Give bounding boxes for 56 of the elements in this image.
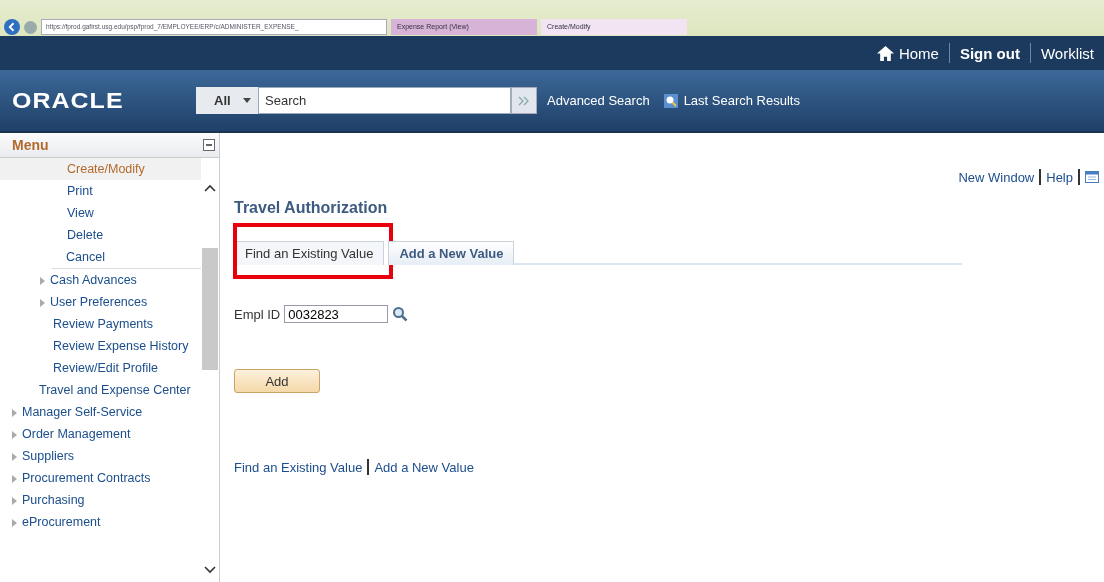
page-title: Travel Authorization bbox=[234, 199, 389, 217]
expand-icon[interactable] bbox=[40, 299, 45, 307]
home-icon bbox=[876, 45, 894, 61]
menu-item[interactable]: Review Payments bbox=[53, 316, 154, 332]
customize-icon[interactable] bbox=[1085, 171, 1099, 183]
expand-icon[interactable] bbox=[40, 277, 45, 285]
caret-icon bbox=[242, 98, 251, 103]
menu-item[interactable]: Review Expense History bbox=[53, 338, 189, 354]
search-results-icon bbox=[663, 93, 678, 108]
header-link[interactable]: Sign out bbox=[949, 44, 1030, 62]
menu-item[interactable]: Procurement Contracts bbox=[22, 470, 151, 486]
forward-button[interactable] bbox=[24, 20, 37, 34]
expand-icon[interactable] bbox=[12, 453, 17, 461]
menu-item[interactable]: Travel and Expense Center bbox=[39, 382, 191, 398]
page-link[interactable]: Find an Existing Value bbox=[234, 459, 363, 475]
menu-item[interactable]: Cash Advances bbox=[50, 272, 137, 288]
add-button[interactable]: Add bbox=[234, 369, 320, 393]
menu-item[interactable]: Purchasing bbox=[22, 492, 85, 508]
search-go-button[interactable] bbox=[511, 87, 537, 114]
search-field[interactable]: Search bbox=[258, 87, 511, 114]
expand-icon[interactable] bbox=[12, 519, 17, 527]
search-icon[interactable] bbox=[392, 306, 409, 322]
expand-icon[interactable] bbox=[12, 475, 17, 483]
expand-icon[interactable] bbox=[12, 497, 17, 505]
logo: ORACLE bbox=[12, 87, 125, 114]
page-link[interactable]: New Window bbox=[958, 169, 1035, 185]
menu-item[interactable]: Cancel bbox=[66, 249, 105, 265]
page-link[interactable]: Add a New Value bbox=[374, 459, 474, 475]
tab[interactable]: Find an Existing Value bbox=[234, 241, 385, 265]
chevrons-icon bbox=[518, 95, 530, 106]
menu-item[interactable]: User Preferences bbox=[50, 294, 148, 310]
scroll-thumb[interactable] bbox=[202, 248, 218, 370]
scroll-up-icon[interactable] bbox=[204, 184, 216, 192]
menu-item[interactable]: Print bbox=[67, 183, 93, 199]
tab[interactable]: Add a New Value bbox=[388, 241, 515, 265]
header-link[interactable]: Worklist bbox=[1030, 44, 1104, 62]
menu-item[interactable]: Suppliers bbox=[22, 448, 75, 464]
menu-title: Menu bbox=[12, 137, 49, 153]
menu-item[interactable]: eProcurement bbox=[22, 514, 101, 530]
field-label: Empl ID bbox=[234, 306, 281, 322]
advanced-search-link[interactable]: Advanced Search bbox=[547, 93, 650, 108]
back-button[interactable] bbox=[4, 19, 20, 35]
last-search-results-link[interactable]: Last Search Results bbox=[683, 93, 800, 108]
menu-item[interactable]: Review/Edit Profile bbox=[53, 360, 158, 376]
scroll-down-icon[interactable] bbox=[204, 566, 216, 574]
empl-id-field[interactable]: 0032823 bbox=[284, 305, 389, 323]
page-link[interactable]: Help bbox=[1046, 169, 1073, 185]
menu-item[interactable]: Delete bbox=[67, 227, 104, 243]
expand-icon[interactable] bbox=[12, 431, 17, 439]
collapse-icon[interactable] bbox=[203, 139, 215, 151]
expand-icon[interactable] bbox=[12, 409, 17, 417]
header-link[interactable]: Home bbox=[866, 44, 949, 62]
scope-dropdown[interactable]: All bbox=[196, 87, 258, 114]
menu-item[interactable]: Order Management bbox=[22, 426, 131, 442]
menu-item[interactable]: Manager Self-Service bbox=[22, 404, 143, 420]
menu-item[interactable]: View bbox=[67, 205, 94, 221]
